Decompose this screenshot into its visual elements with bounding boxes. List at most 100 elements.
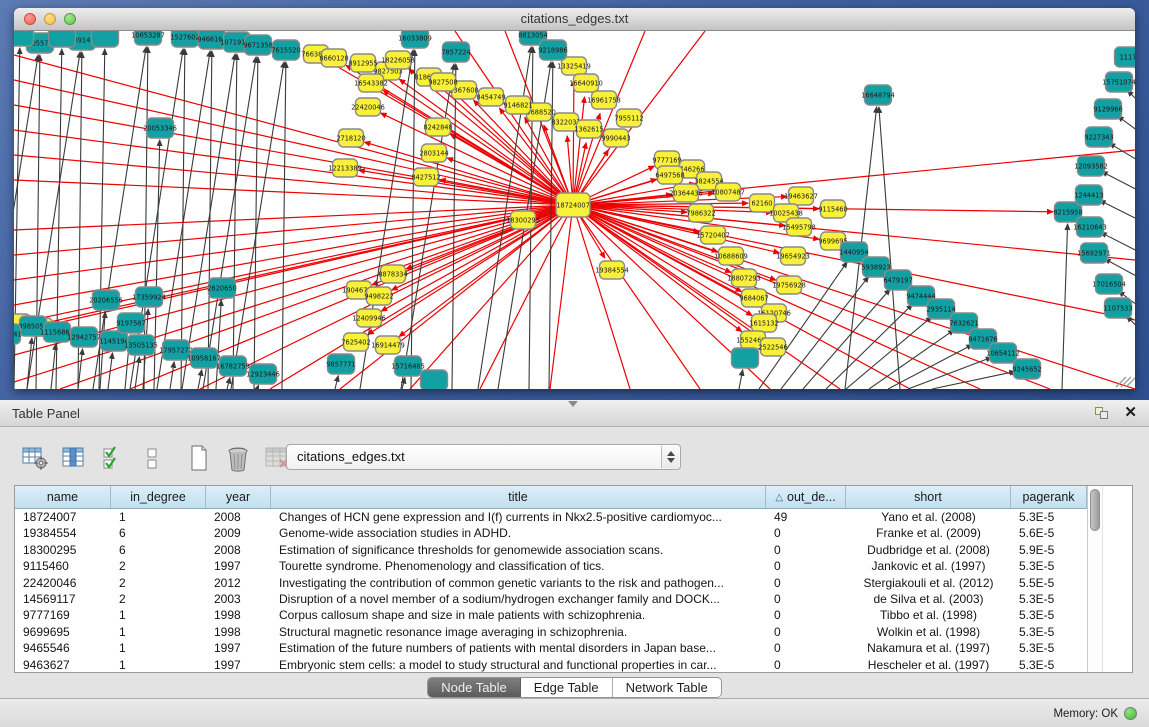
graph-node[interactable]: 12923446 <box>246 364 280 384</box>
graph-node[interactable]: 1117 <box>1115 47 1136 67</box>
graph-node[interactable]: 7955112 <box>614 109 643 127</box>
graph-node[interactable]: 16648794 <box>861 85 895 105</box>
graph-node[interactable]: 9671358 <box>243 35 272 55</box>
float-panel-icon[interactable] <box>1095 407 1109 420</box>
graph-node[interactable]: 19756928 <box>772 276 806 294</box>
graph-node[interactable]: 6479197 <box>883 270 912 290</box>
table-row[interactable]: 1872400712008Changes of HCN gene express… <box>15 509 1087 525</box>
column-header-title[interactable]: title <box>271 486 766 508</box>
table-row[interactable]: 977716911998Corpus callosum shape and si… <box>15 607 1087 623</box>
graph-node[interactable]: 22420046 <box>351 98 385 116</box>
new-document-button[interactable] <box>184 443 214 473</box>
graph-node[interactable]: 8912955 <box>348 54 377 72</box>
table-row[interactable]: 946554611997Estimation of the future num… <box>15 640 1087 656</box>
column-header-in_degree[interactable]: in_degree <box>111 486 206 508</box>
graph-node[interactable]: 8454749 <box>476 88 505 106</box>
graph-node[interactable]: 8242848 <box>423 118 452 136</box>
scrollbar-thumb[interactable] <box>1090 489 1100 531</box>
graph-node[interactable]: 9990443 <box>601 129 630 147</box>
graph-node[interactable]: 16961758 <box>587 91 621 109</box>
graph-node[interactable]: 20053346 <box>143 118 177 138</box>
graph-node[interactable]: 1527602 <box>170 31 199 47</box>
graph-node[interactable]: 16782759 <box>216 356 250 376</box>
network-canvas[interactable]: 1872400718300295193845549777169746266649… <box>14 31 1135 389</box>
table-row[interactable]: 1830029562008Estimation of significance … <box>15 542 1087 558</box>
column-header-pagerank[interactable]: pagerank <box>1011 486 1087 508</box>
graph-node[interactable]: 18300295 <box>506 211 540 229</box>
graph-node[interactable]: 1362615 <box>574 120 603 138</box>
graph-node[interactable]: 17016504 <box>1092 274 1126 294</box>
graph-node[interactable]: 10653287 <box>131 31 165 45</box>
network-window-titlebar[interactable]: citations_edges.txt <box>14 8 1135 31</box>
graph-node[interactable]: 16640910 <box>569 74 603 92</box>
graph-node[interactable]: 2803144 <box>419 144 448 162</box>
graph-node[interactable] <box>732 348 759 368</box>
unselect-all-button[interactable] <box>137 443 167 473</box>
graph-node[interactable]: 8427512 <box>411 168 440 186</box>
show-columns-button[interactable] <box>59 443 89 473</box>
graph-node[interactable]: 1615132 <box>749 314 778 332</box>
table-row[interactable]: 2242004622012Investigating the contribut… <box>15 575 1087 591</box>
graph-node[interactable]: 9218986 <box>538 40 567 60</box>
graph-node[interactable]: 13505135 <box>124 335 158 355</box>
graph-node[interactable] <box>421 370 448 389</box>
graph-node[interactable]: 7625402 <box>341 333 370 351</box>
graph-node[interactable]: 9197587 <box>116 313 145 333</box>
graph-node[interactable]: 18226058 <box>381 51 415 69</box>
minimize-window-button[interactable] <box>44 13 56 25</box>
graph-node[interactable]: 9146821 <box>503 96 532 114</box>
column-header-name[interactable]: name <box>15 486 111 508</box>
table-row[interactable]: 1938455462009Genome-wide association stu… <box>15 525 1087 541</box>
tab-network-table[interactable]: Network Table <box>613 678 721 697</box>
graph-node[interactable]: 16033809 <box>398 31 432 48</box>
table-row[interactable]: 1456911722003Disruption of a novel membe… <box>15 591 1087 607</box>
graph-node[interactable]: 8660128 <box>319 49 348 67</box>
graph-node[interactable]: 12942757 <box>67 327 101 347</box>
table-scrollbar[interactable] <box>1087 486 1102 672</box>
graph-node[interactable]: 16210643 <box>1073 217 1107 237</box>
graph-node[interactable]: 2522546 <box>758 338 787 356</box>
table-row[interactable]: 911546021997Tourette syndrome. Phenomeno… <box>15 558 1087 574</box>
graph-node[interactable]: 15692971 <box>1077 243 1111 263</box>
graph-node[interactable]: 15751074 <box>1102 72 1135 92</box>
graph-node[interactable]: 6497568 <box>655 166 684 184</box>
graph-node[interactable]: 19463627 <box>784 187 818 205</box>
graph-node[interactable]: 12093582 <box>1074 156 1108 176</box>
tab-edge-table[interactable]: Edge Table <box>521 678 613 697</box>
delete-rows-button[interactable] <box>223 443 253 473</box>
graph-node[interactable]: 8878334 <box>378 265 407 283</box>
graph-node[interactable]: 20206556 <box>89 290 123 310</box>
graph-node[interactable]: 19654923 <box>776 247 810 265</box>
graph-node[interactable]: 12409946 <box>352 309 386 327</box>
graph-node[interactable]: 1244413 <box>1074 185 1103 205</box>
graph-node[interactable]: 9857771 <box>326 354 355 374</box>
column-header-short[interactable]: short <box>846 486 1011 508</box>
graph-node[interactable]: 18807293 <box>727 269 761 287</box>
graph-node[interactable]: 20364436 <box>669 184 703 202</box>
graph-node[interactable]: 19384554 <box>595 261 629 279</box>
graph-node[interactable]: 15716485 <box>391 356 425 376</box>
graph-node[interactable]: 16543382 <box>354 74 388 92</box>
graph-node[interactable]: 9827508 <box>428 73 457 91</box>
graph-node[interactable]: 16914479 <box>371 336 405 354</box>
graph-node[interactable]: 9245652 <box>1012 359 1041 379</box>
network-svg[interactable]: 1872400718300295193845549777169746266649… <box>14 31 1135 389</box>
zoom-window-button[interactable] <box>64 13 76 25</box>
graph-node[interactable]: 7986322 <box>686 204 715 222</box>
graph-node[interactable]: 10688609 <box>714 247 748 265</box>
splitter-handle[interactable] <box>568 401 578 407</box>
graph-node[interactable]: 10807487 <box>711 183 745 201</box>
tab-node-table[interactable]: Node Table <box>428 678 521 697</box>
graph-node[interactable] <box>92 31 119 47</box>
graph-node[interactable] <box>49 31 76 47</box>
graph-node[interactable]: 17359924 <box>132 287 166 307</box>
graph-node[interactable] <box>14 31 34 46</box>
graph-node[interactable]: 7857224 <box>441 42 470 62</box>
table-row[interactable]: 969969511998Structural magnetic resonanc… <box>15 624 1087 640</box>
close-panel-icon[interactable]: ✕ <box>1124 403 1137 421</box>
graph-node[interactable]: 1107533 <box>1103 298 1132 318</box>
graph-node[interactable]: 15720407 <box>696 226 730 244</box>
table-row[interactable]: 946362711997Embryonic stem cells: a mode… <box>15 657 1087 673</box>
graph-node[interactable]: 2620650 <box>207 278 236 298</box>
graph-node[interactable]: 12213389 <box>328 159 362 177</box>
